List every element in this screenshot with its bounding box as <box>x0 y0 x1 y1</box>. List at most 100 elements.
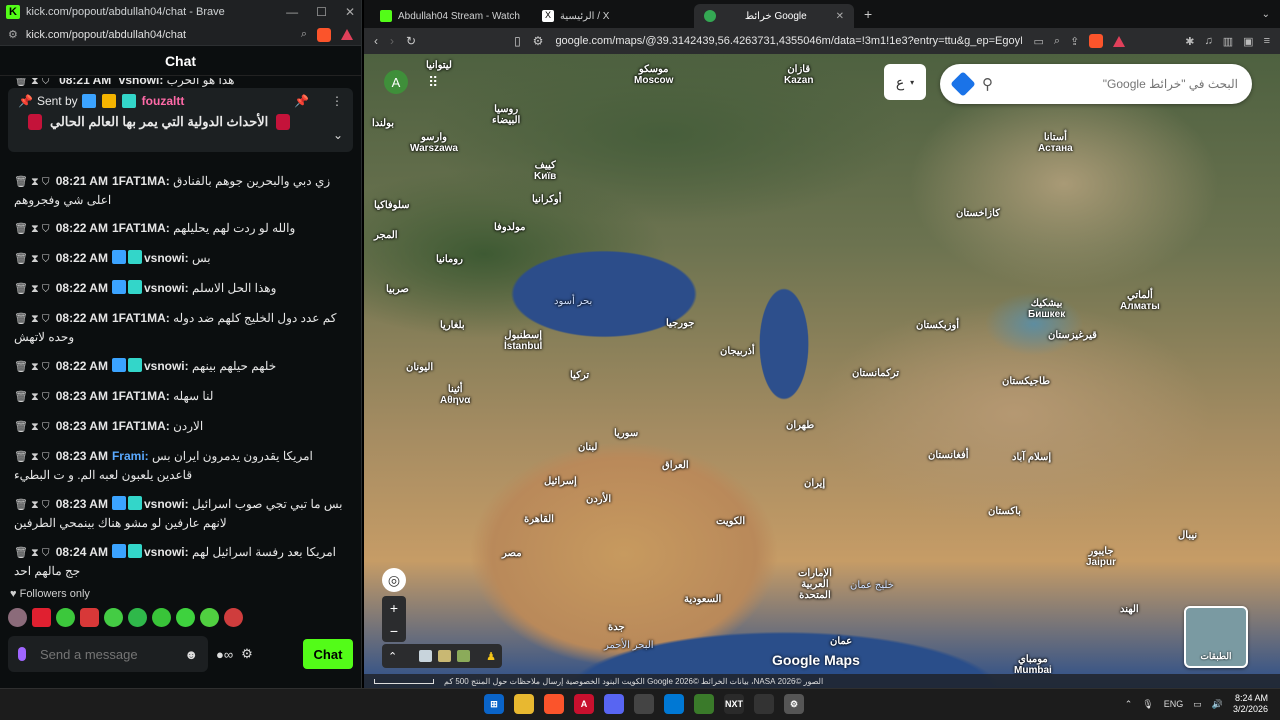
emote-icon[interactable] <box>104 608 123 627</box>
apps-grid-icon[interactable]: ⠿ <box>428 74 438 91</box>
street-view-pegman-icon[interactable]: ♟ <box>486 650 496 663</box>
map-place-label[interactable]: قازان Kazan <box>784 64 813 86</box>
emote-icon[interactable] <box>200 608 219 627</box>
map-place-label[interactable]: بحر أسود <box>554 296 592 307</box>
map-place-label[interactable]: أوزبكستان <box>916 320 959 331</box>
map-place-label[interactable]: القاهرة <box>524 514 554 525</box>
tab-menu-icon[interactable]: ⌄ <box>1252 9 1280 20</box>
close-tab-icon[interactable]: ✕ <box>836 11 844 22</box>
account-avatar[interactable]: A <box>384 70 408 94</box>
map-place-label[interactable]: أوكرانيا <box>532 194 562 205</box>
wallet-icon[interactable]: ▣ <box>1243 35 1253 48</box>
mod-tools-icon[interactable]: 🗑 ⧗ ⛉ <box>14 547 50 559</box>
more-options-icon[interactable]: ⋮ <box>331 94 343 108</box>
tab-kick-stream[interactable]: Abdullah04 Stream - Watch Live on K <box>370 4 530 28</box>
bookmark-icon[interactable]: ▯ <box>514 34 521 48</box>
address-bar[interactable]: google.com/maps/@39.3142439,56.4263731,4… <box>555 35 1021 47</box>
mod-tools-icon[interactable]: 🗑 ⧗ ⛉ <box>14 176 50 188</box>
start-icon[interactable]: ⊞ <box>484 694 504 714</box>
message-username[interactable]: 1FAT1MA: <box>112 389 170 403</box>
discord-icon[interactable] <box>604 694 624 714</box>
mod-tools-icon[interactable]: 🗑 ⧗ ⛉ <box>14 223 50 235</box>
map-place-label[interactable]: السعودية <box>684 594 721 605</box>
map-place-label[interactable]: الأردن <box>586 494 611 505</box>
layers-button[interactable]: الطبقات <box>1184 606 1248 668</box>
close-icon[interactable]: ✕ <box>345 5 355 19</box>
language-button[interactable]: ع ▾ <box>884 64 926 100</box>
map-place-label[interactable]: ألماتي Алматы <box>1120 290 1160 312</box>
map-place-label[interactable]: البحر الأحمر <box>604 640 654 651</box>
mod-tools-icon[interactable]: 🗑 ⧗ ⛉ <box>14 451 50 463</box>
map-place-label[interactable]: رومانيا <box>436 254 463 265</box>
emote-icon[interactable] <box>56 608 75 627</box>
emote-icon[interactable] <box>80 608 99 627</box>
map-place-label[interactable]: قيرغيزستان <box>1048 330 1097 341</box>
message-username[interactable]: 1FAT1MA: <box>112 221 170 235</box>
app-next-icon[interactable]: NXT <box>724 694 744 714</box>
site-settings-icon[interactable]: ⚙ <box>8 28 18 41</box>
map-place-label[interactable]: جورجيا <box>666 318 694 329</box>
file-explorer-icon[interactable] <box>514 694 534 714</box>
map-place-label[interactable]: كازاخستان <box>956 208 1000 219</box>
zoom-out-button[interactable]: − <box>390 623 398 639</box>
map-place-label[interactable]: أستانا Астана <box>1038 132 1073 154</box>
map-place-label[interactable]: تركيا <box>570 370 589 381</box>
map-place-label[interactable]: موسكو Moscow <box>634 64 673 86</box>
map-place-label[interactable]: مصر <box>502 548 522 559</box>
map-place-label[interactable]: إسطنبول İstanbul <box>504 330 542 352</box>
map-place-label[interactable]: طهران <box>786 420 814 431</box>
pinned-user[interactable]: fouzaltt <box>142 94 185 108</box>
volume-icon[interactable]: 🔊 <box>1212 699 1223 710</box>
reload-icon[interactable]: ↻ <box>406 34 416 48</box>
share-icon[interactable]: ⇪ <box>1070 35 1079 48</box>
minimize-icon[interactable]: — <box>286 5 298 19</box>
store-icon[interactable] <box>664 694 684 714</box>
menu-icon[interactable]: ≡ <box>1264 35 1270 47</box>
emote-icon[interactable] <box>176 608 195 627</box>
message-username[interactable]: 1FAT1MA: <box>112 311 170 325</box>
mod-tools-icon[interactable]: 🗑 ⧗ ⛉ <box>14 499 50 511</box>
zoom-in-button[interactable]: + <box>390 600 398 616</box>
language-indicator[interactable]: ENG <box>1164 699 1184 709</box>
brave-rewards-icon[interactable] <box>341 29 353 40</box>
network-icon[interactable]: ▭ <box>1193 699 1202 710</box>
community-icon[interactable]: ●∞ <box>216 647 233 662</box>
map-place-label[interactable]: بولندا <box>372 118 394 129</box>
mod-tools-icon[interactable]: 🗑 ⧗ ⛉ <box>14 283 50 295</box>
map-place-label[interactable]: خليج عمان <box>850 580 894 591</box>
back-icon[interactable]: ‹ <box>374 34 378 48</box>
map-place-label[interactable]: أفغانستان <box>928 450 969 461</box>
maximize-icon[interactable]: ☐ <box>316 5 327 19</box>
emote-icon[interactable] <box>8 608 27 627</box>
gear-icon[interactable]: ⚙ <box>241 646 253 662</box>
map-place-label[interactable]: إسرائيل <box>544 476 577 487</box>
forward-icon[interactable]: › <box>390 34 394 48</box>
map-place-label[interactable]: لبنان <box>578 442 597 453</box>
brave-rewards-icon[interactable] <box>1113 35 1126 47</box>
zoom-icon[interactable]: ⌕ <box>1054 35 1060 48</box>
app-icon[interactable] <box>754 694 774 714</box>
map-place-label[interactable]: الإمارات العربية المتحدة <box>798 568 832 601</box>
map-place-label[interactable]: سلوفاكيا <box>374 200 410 211</box>
map-place-label[interactable]: مومباي Mumbai <box>1014 654 1052 676</box>
message-username[interactable]: vsnowi: <box>144 545 189 559</box>
map-place-label[interactable]: أذربيجان <box>720 346 755 357</box>
chevron-up-icon[interactable]: ⌃ <box>1125 699 1133 710</box>
emote-icon[interactable] <box>128 608 147 627</box>
mod-tools-icon[interactable]: 🗑 ⧗ ⛉ <box>14 421 50 433</box>
map-place-label[interactable]: أثينا Αθηνα <box>440 384 470 406</box>
expand-icon[interactable]: ⌃ <box>388 650 397 663</box>
tab-x-home[interactable]: X الرئيسية / X <box>532 4 692 28</box>
map-place-label[interactable]: إيران <box>804 478 825 489</box>
app-a-icon[interactable]: A <box>574 694 594 714</box>
new-tab-button[interactable]: + <box>856 6 880 22</box>
map-place-label[interactable]: المجر <box>374 230 398 241</box>
my-location-icon[interactable]: ◎ <box>382 568 406 592</box>
site-info-icon[interactable]: ⚙ <box>533 34 544 48</box>
map-place-label[interactable]: طاجيكستان <box>1002 376 1050 387</box>
directions-icon[interactable] <box>950 71 976 97</box>
mic-icon[interactable]: 🎙 <box>1142 699 1153 710</box>
map-place-label[interactable]: ليتوانيا <box>426 60 452 71</box>
emote-icon[interactable] <box>224 608 243 627</box>
message-username[interactable]: 1FAT1MA: <box>112 419 170 433</box>
